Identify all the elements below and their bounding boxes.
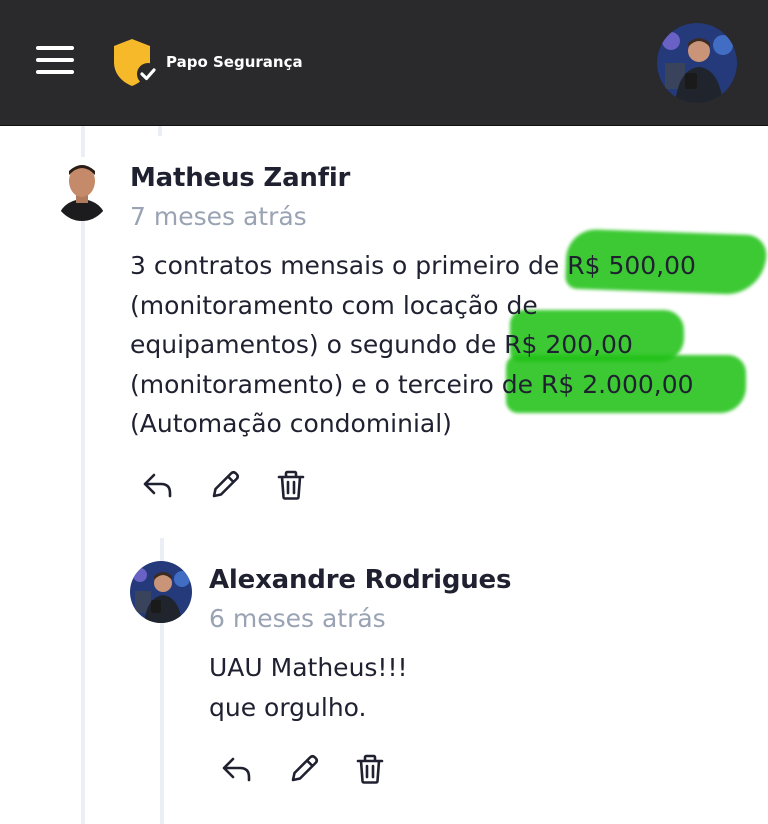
- user-avatar[interactable]: [657, 23, 737, 103]
- avatar[interactable]: [130, 561, 192, 623]
- comment-text: 3 contratos mensais o primeiro de R$ 500…: [130, 246, 696, 444]
- reply-icon[interactable]: [140, 467, 176, 503]
- comment-line: (monitoramento com locação de: [130, 290, 538, 320]
- comment-line: 3 contratos mensais o primeiro de R$ 500…: [130, 251, 696, 280]
- pencil-icon[interactable]: [207, 467, 243, 503]
- trash-icon[interactable]: [273, 467, 309, 503]
- comment-line: (monitoramento) e o terceiro de R$ 2.000…: [130, 369, 694, 399]
- pencil-icon[interactable]: [286, 751, 322, 787]
- top-bar: Papo Segurança: [0, 0, 768, 126]
- comment-time[interactable]: 7 meses atrás: [130, 202, 307, 231]
- comment-line: (Automação condominial): [130, 409, 452, 438]
- thread-line-top: [158, 126, 162, 136]
- reply-icon[interactable]: [219, 751, 255, 787]
- comment-text: UAU Matheus!!! que orgulho.: [209, 648, 408, 727]
- hamburger-menu-icon[interactable]: [36, 44, 74, 76]
- brand-name: Papo Segurança: [166, 53, 303, 71]
- comment-time[interactable]: 6 meses atrás: [209, 604, 386, 633]
- comment-line: equipamentos) o segundo de R$ 200,00: [130, 330, 633, 359]
- comment-line: UAU Matheus!!!: [209, 653, 408, 682]
- shield-check-icon: [114, 39, 159, 86]
- trash-icon[interactable]: [352, 751, 388, 787]
- comment-author[interactable]: Alexandre Rodrigues: [209, 565, 511, 595]
- avatar[interactable]: [53, 157, 111, 221]
- comment-line: que orgulho.: [209, 692, 367, 722]
- comment-author[interactable]: Matheus Zanfir: [130, 163, 350, 193]
- brand[interactable]: Papo Segurança: [110, 36, 303, 88]
- thread-line: [81, 126, 85, 824]
